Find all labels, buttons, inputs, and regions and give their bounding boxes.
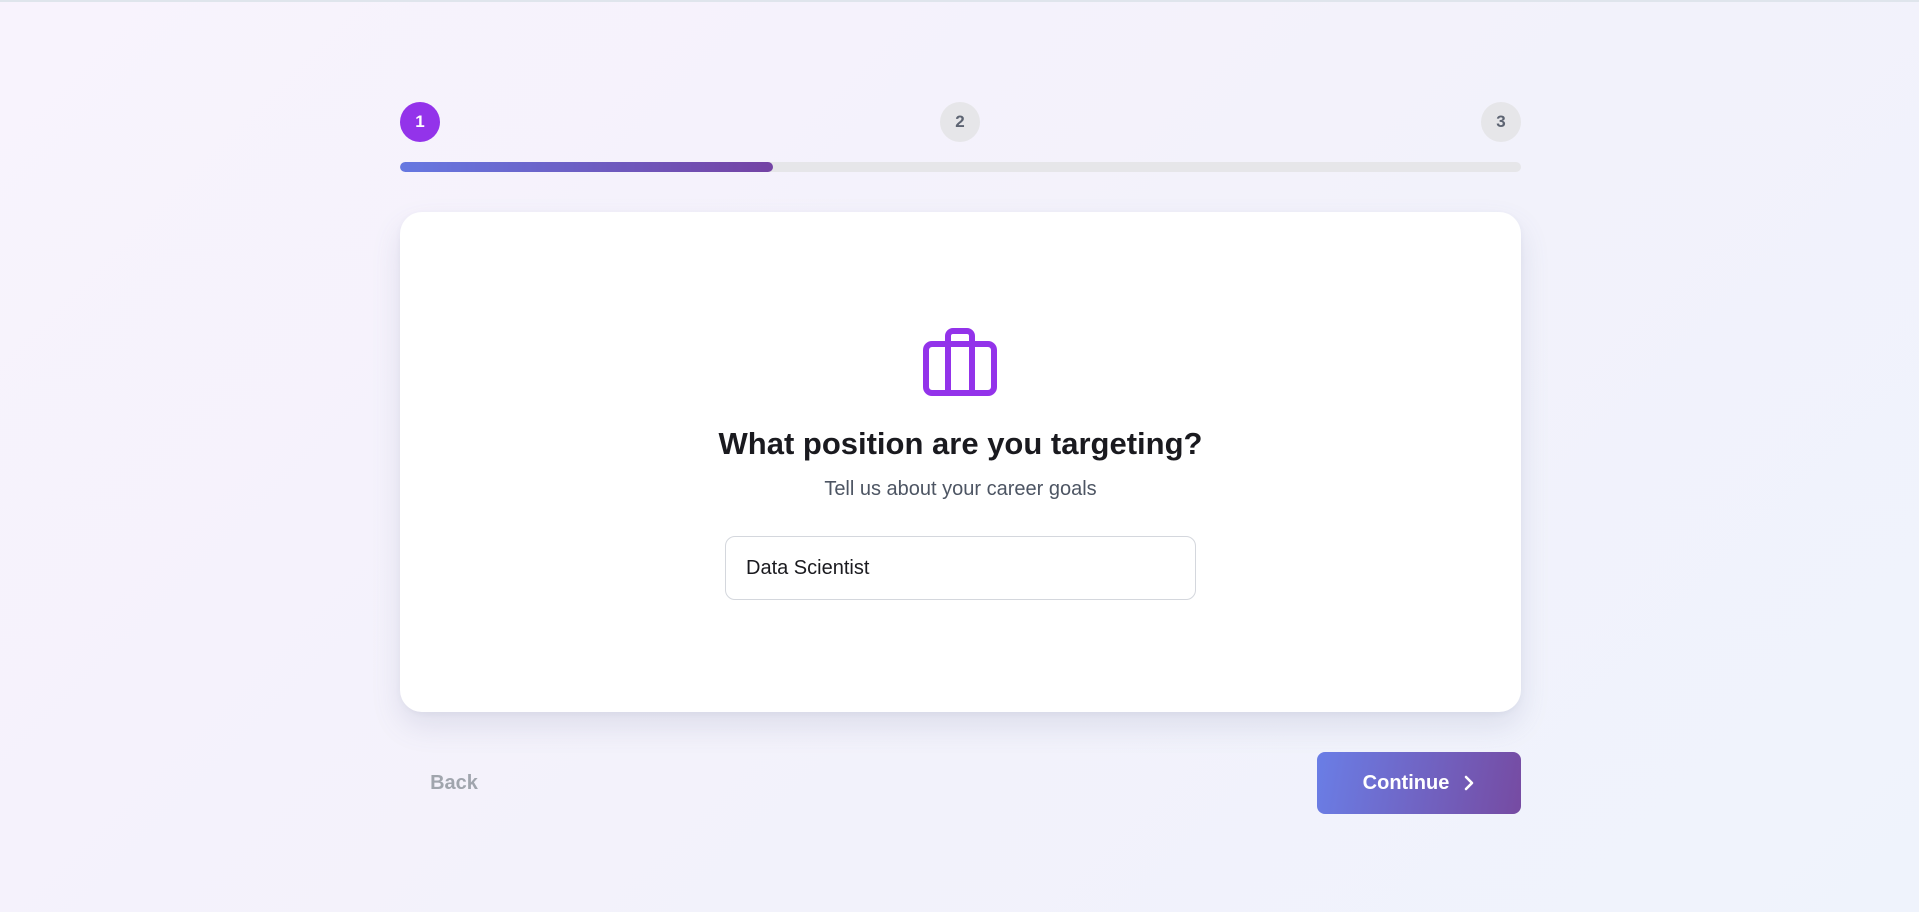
briefcase-icon — [920, 322, 1000, 402]
question-card: What position are you targeting? Tell us… — [400, 212, 1521, 712]
progress-bar — [400, 162, 1521, 172]
question-subtitle: Tell us about your career goals — [824, 478, 1097, 500]
chevron-right-icon — [1463, 774, 1475, 792]
step-indicator-2: 2 — [940, 102, 980, 142]
step-indicator-1: 1 — [400, 102, 440, 142]
progress-bar-fill — [400, 162, 774, 172]
target-position-input[interactable] — [725, 536, 1196, 600]
step-progress: 1 2 3 — [400, 102, 1521, 172]
continue-label: Continue — [1362, 771, 1450, 794]
top-divider — [0, 0, 1919, 2]
continue-button[interactable]: Continue — [1317, 752, 1521, 814]
step-indicator-3: 3 — [1481, 102, 1521, 142]
back-button[interactable]: Back — [400, 752, 508, 814]
question-title: What position are you targeting? — [718, 426, 1203, 461]
